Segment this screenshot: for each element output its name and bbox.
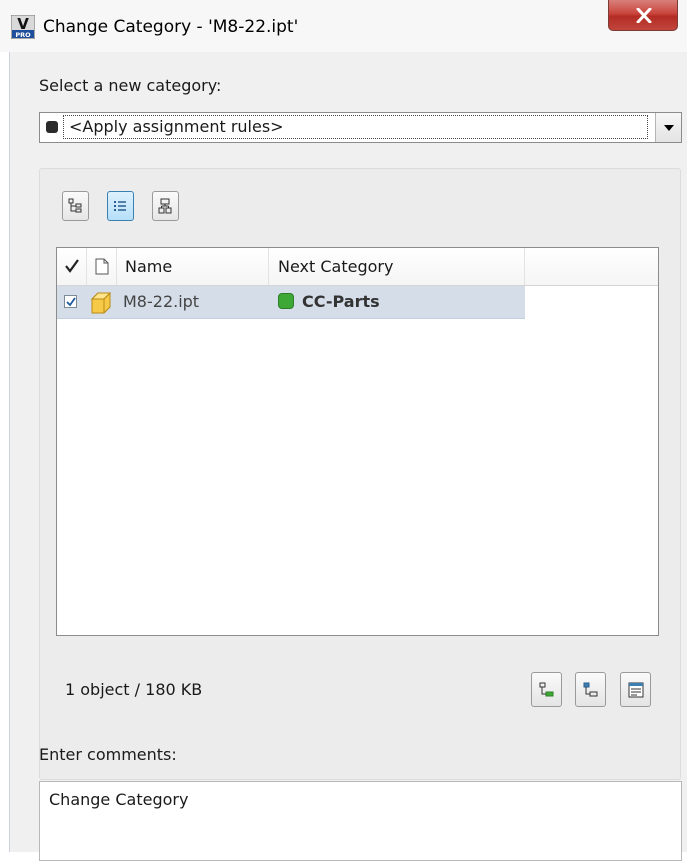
list-view-icon — [114, 201, 126, 211]
check-column-icon — [65, 259, 79, 273]
settings-list-icon — [628, 682, 644, 698]
comments-label: Enter comments: — [39, 745, 177, 764]
checkmark-icon — [66, 297, 76, 307]
category-dropdown-value: <Apply assignment rules> — [69, 117, 284, 136]
include-parents-icon — [583, 682, 598, 697]
structure-view-button[interactable] — [152, 191, 179, 221]
structure-view-icon — [158, 198, 172, 214]
list-view-button[interactable] — [107, 191, 134, 221]
category-dropdown[interactable]: <Apply assignment rules> — [39, 112, 682, 143]
close-icon — [636, 8, 652, 23]
svg-text:PRO: PRO — [15, 31, 31, 39]
include-children-button[interactable] — [531, 672, 562, 707]
category-color-swatch — [278, 293, 294, 309]
table-row[interactable]: M8-22.ipt CC-Parts — [57, 286, 525, 319]
row-next-category: CC-Parts — [302, 292, 380, 311]
category-label: Select a new category: — [39, 76, 222, 95]
category-swatch — [46, 121, 58, 133]
name-column-label: Name — [125, 257, 173, 276]
dialog-body: Select a new category: <Apply assignment… — [9, 52, 687, 861]
objects-panel: Name Next Category M8-22.ipt CC-Parts 1 … — [39, 168, 681, 780]
type-column-header[interactable] — [87, 248, 117, 285]
comments-value: Change Category — [49, 790, 189, 809]
include-parents-button[interactable] — [575, 672, 606, 707]
objects-grid[interactable]: Name Next Category M8-22.ipt CC-Parts — [56, 247, 659, 636]
tree-view-button[interactable] — [62, 191, 89, 221]
row-checkbox[interactable] — [64, 295, 77, 308]
document-column-icon — [95, 258, 109, 275]
grid-header: Name Next Category — [57, 248, 658, 286]
chevron-down-icon[interactable] — [655, 113, 681, 142]
name-column-header[interactable]: Name — [117, 248, 269, 285]
row-name: M8-22.ipt — [123, 292, 200, 311]
settings-list-button[interactable] — [620, 672, 651, 707]
object-summary: 1 object / 180 KB — [65, 680, 203, 699]
next-category-column-header[interactable]: Next Category — [269, 248, 525, 285]
next-category-column-label: Next Category — [278, 257, 394, 276]
title-bar: V PRO Change Category - 'M8-22.ipt' — [0, 0, 687, 52]
part-cube-icon — [90, 292, 112, 314]
close-button[interactable] — [608, 0, 678, 31]
check-column-header[interactable] — [57, 248, 87, 285]
tree-view-icon — [68, 198, 82, 213]
include-children-icon — [539, 682, 554, 697]
window-title: Change Category - 'M8-22.ipt' — [43, 17, 299, 37]
vault-pro-app-icon: V PRO — [10, 14, 36, 40]
comments-field[interactable]: Change Category — [39, 781, 682, 861]
